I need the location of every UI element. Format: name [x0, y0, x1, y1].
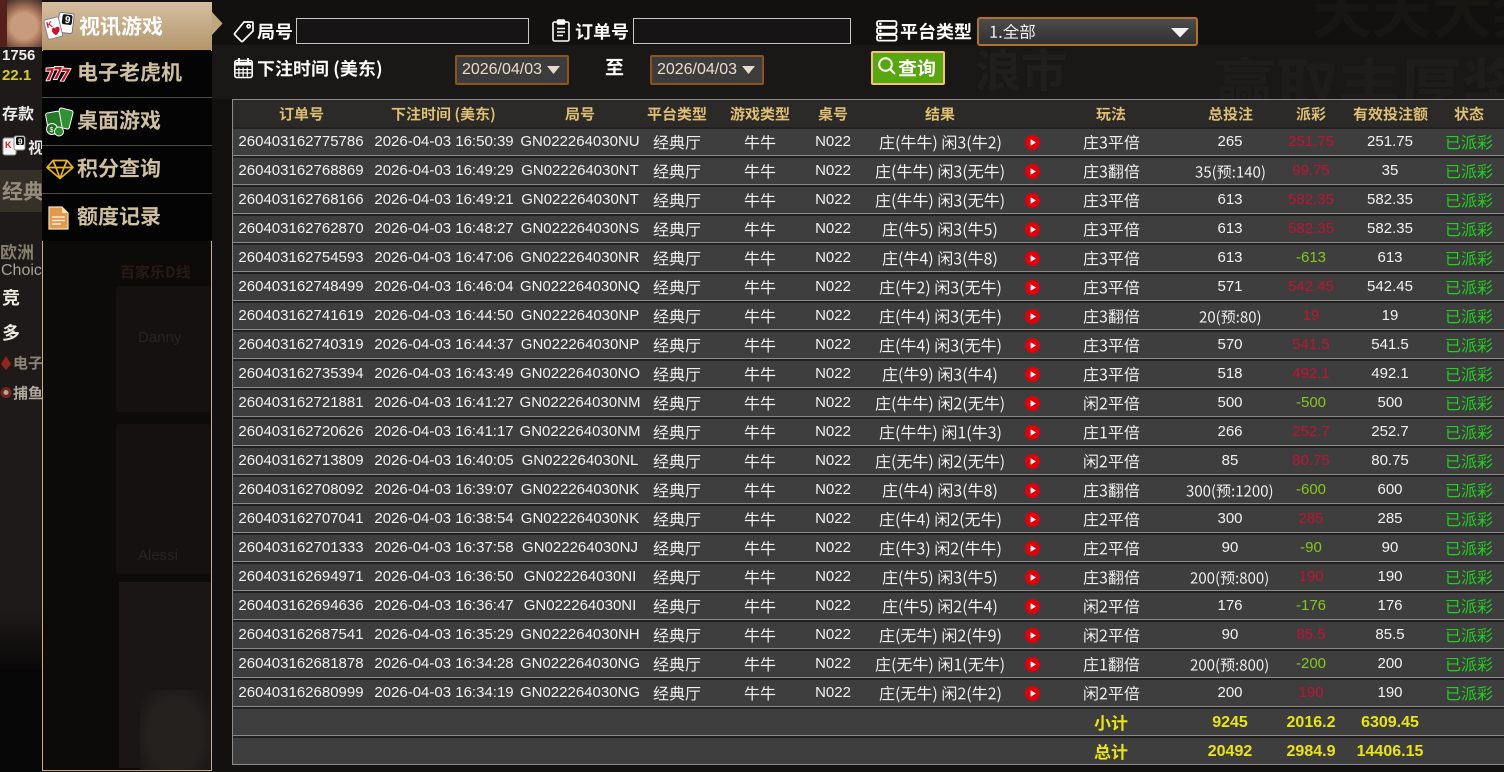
svg-text:K: K	[5, 140, 12, 150]
svg-text:$: $	[50, 127, 54, 134]
svg-text:9: 9	[18, 138, 23, 147]
